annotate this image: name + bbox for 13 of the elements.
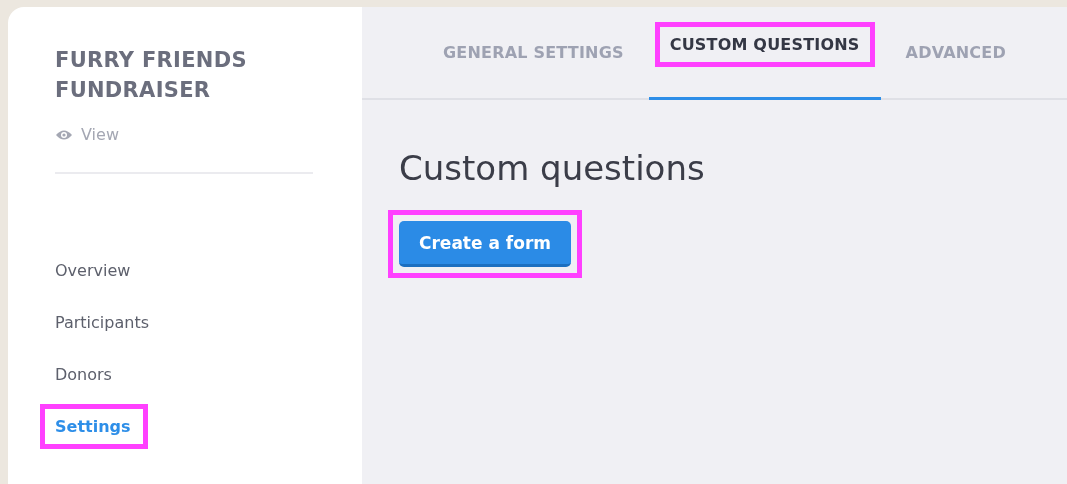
create-form-button[interactable]: Create a form: [399, 221, 571, 267]
tab[interactable]: GENERAL SETTINGS: [418, 7, 649, 98]
nav-item[interactable]: Participants: [40, 312, 149, 332]
nav-item[interactable]: Settings: [55, 416, 131, 436]
page-heading: Custom questions: [399, 148, 705, 188]
nav-item[interactable]: Overview: [40, 260, 131, 280]
eye-icon: [55, 128, 73, 141]
campaign-title: FURRY FRIENDS FUNDRAISER: [55, 47, 248, 104]
tab[interactable]: ADVANCED: [880, 7, 1031, 98]
view-link[interactable]: View: [55, 125, 119, 144]
highlight-frame: CUSTOM QUESTIONS: [654, 21, 875, 67]
tab[interactable]: CUSTOM QUESTIONS: [648, 7, 881, 100]
nav-item[interactable]: Donors: [40, 364, 112, 384]
